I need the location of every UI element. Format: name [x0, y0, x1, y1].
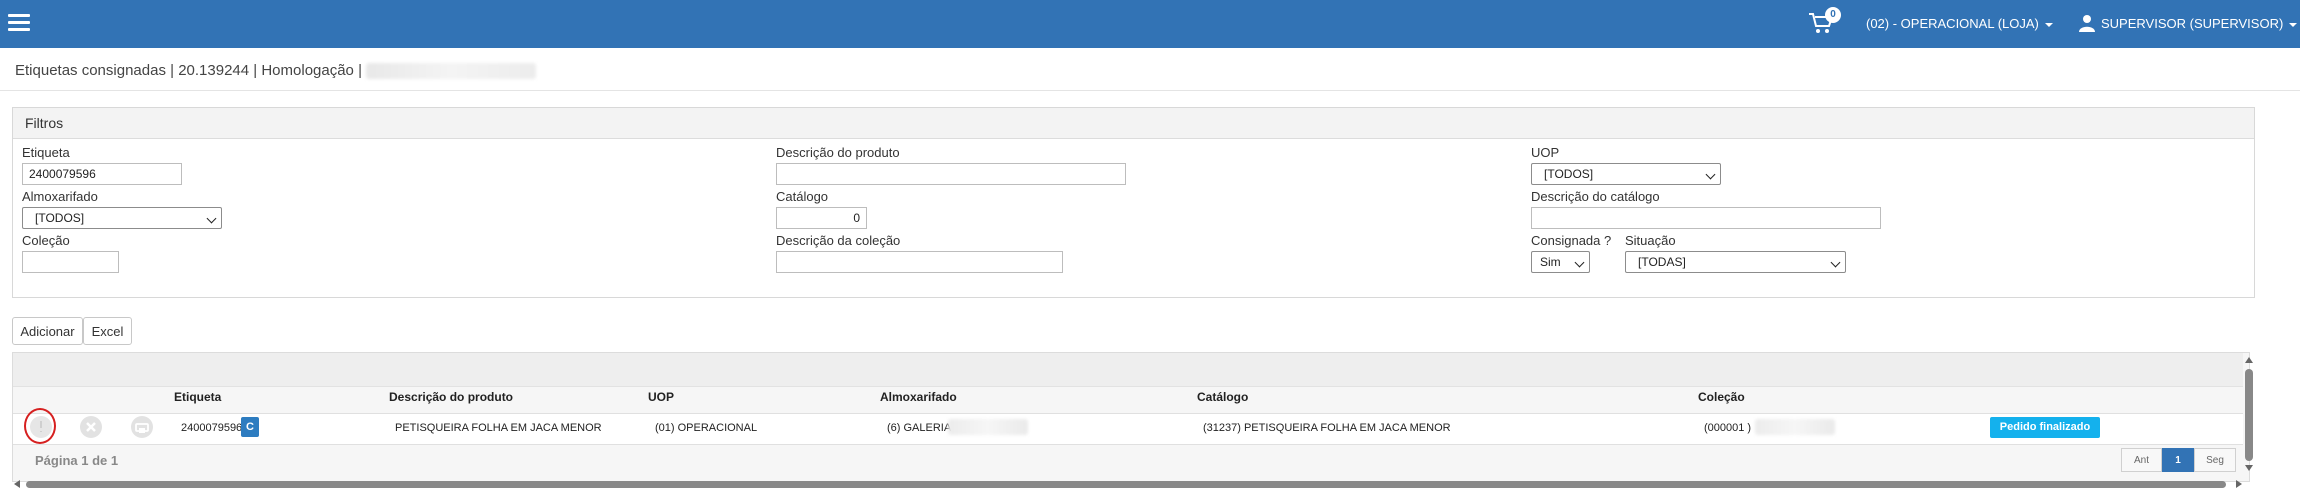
page-1-button[interactable]: 1	[2162, 448, 2194, 472]
almoxarifado-select-value: [TODOS]	[35, 211, 85, 225]
page-title: Etiquetas consignadas	[15, 62, 166, 79]
situacao-select-value: [TODAS]	[1638, 255, 1686, 269]
descricao-catalogo-input[interactable]	[1531, 207, 1881, 229]
scroll-thumb[interactable]	[26, 481, 2226, 488]
uop-select[interactable]: [TODOS]	[1531, 163, 1721, 185]
scroll-thumb[interactable]	[2245, 369, 2253, 461]
chevron-down-icon	[1830, 257, 1841, 268]
filters-panel: Filtros	[12, 107, 2255, 298]
chevron-down-icon	[1705, 169, 1716, 180]
chevron-down-icon	[1574, 257, 1585, 268]
menu-icon[interactable]	[8, 14, 30, 32]
uop-select-value: [TODOS]	[1544, 167, 1594, 181]
column-header-catalogo[interactable]: Catálogo	[1197, 390, 1248, 404]
unit-label: (02) - OPERACIONAL (LOJA)	[1866, 16, 2039, 31]
add-button[interactable]: Adicionar	[12, 317, 83, 345]
almoxarifado-select[interactable]: [TODOS]	[22, 207, 222, 229]
situacao-select[interactable]: [TODAS]	[1625, 251, 1846, 273]
descricao-colecao-label: Descrição da coleção	[776, 233, 901, 248]
highlight-circle	[24, 408, 56, 444]
excel-button[interactable]: Excel	[83, 317, 132, 345]
catalogo-label: Catálogo	[776, 189, 829, 204]
cell-catalogo: (31237) PETISQUEIRA FOLHA EM JACA MENOR	[1203, 422, 1451, 434]
vertical-scrollbar[interactable]	[2244, 355, 2254, 475]
etiqueta-label: Etiqueta	[22, 145, 70, 160]
top-navbar: 0 (02) - OPERACIONAL (LOJA) SUPERVISOR (…	[0, 0, 2300, 48]
descricao-colecao-input[interactable]	[776, 251, 1063, 273]
almoxarifado-label: Almoxarifado	[22, 189, 98, 204]
breadcrumb-separator: |	[253, 62, 258, 79]
chevron-down-icon	[2289, 22, 2298, 27]
grid-toolbar	[13, 353, 2243, 387]
column-header-uop[interactable]: UOP	[648, 390, 674, 404]
etiqueta-input[interactable]	[22, 163, 182, 185]
column-header-etiqueta[interactable]: Etiqueta	[174, 390, 221, 404]
cell-almoxarifado: (6) GALERIA	[887, 422, 952, 434]
breadcrumb: Etiquetas consignadas | 20.139244 | Homo…	[15, 62, 537, 80]
user-icon	[2079, 15, 2095, 32]
chevron-down-icon	[2044, 22, 2053, 27]
next-page-button[interactable]: Seg	[2194, 448, 2236, 472]
status-button[interactable]: Pedido finalizado	[1990, 417, 2100, 438]
cell-etiqueta: 2400079596	[181, 422, 243, 434]
descricao-produto-input[interactable]	[776, 163, 1126, 185]
catalogo-input[interactable]	[776, 207, 867, 229]
scroll-right-icon[interactable]	[2236, 480, 2242, 488]
prev-page-button[interactable]: Ant	[2121, 448, 2162, 472]
unit-dropdown[interactable]: (02) - OPERACIONAL (LOJA)	[1866, 16, 2053, 31]
breadcrumb-separator: |	[358, 62, 362, 79]
column-header-colecao[interactable]: Coleção	[1698, 390, 1745, 404]
scroll-left-icon[interactable]	[14, 480, 20, 488]
user-dropdown[interactable]: SUPERVISOR (SUPERVISOR)	[2101, 16, 2298, 31]
cart-count-badge: 0	[1825, 7, 1841, 23]
consignada-select-value: Sim	[1540, 255, 1561, 269]
cell-colecao: (000001 )	[1704, 422, 1752, 434]
pagination-info: Página 1 de 1	[35, 453, 119, 468]
situacao-label: Situação	[1625, 233, 1676, 248]
consignada-label: Consignada ?	[1531, 233, 1612, 248]
cell-uop: (01) OPERACIONAL	[655, 422, 758, 434]
redacted-text	[948, 419, 1028, 435]
scroll-up-icon[interactable]	[2245, 357, 2253, 363]
consignada-select[interactable]: Sim	[1531, 251, 1590, 273]
user-label: SUPERVISOR (SUPERVISOR)	[2101, 16, 2284, 31]
descricao-produto-label: Descrição do produto	[776, 145, 900, 160]
breadcrumb-env: Homologação	[261, 62, 354, 79]
column-header-descricao[interactable]: Descrição do produto	[389, 390, 513, 404]
redacted-text	[1755, 419, 1835, 435]
horizontal-scrollbar[interactable]	[12, 480, 2248, 490]
cell-descricao: PETISQUEIRA FOLHA EM JACA MENOR	[395, 422, 602, 434]
chevron-down-icon	[206, 213, 217, 224]
print-icon[interactable]	[130, 415, 154, 439]
redacted-text	[366, 63, 537, 80]
breadcrumb-separator: |	[170, 62, 175, 79]
consigned-badge[interactable]: C	[241, 417, 259, 437]
colecao-input[interactable]	[22, 251, 119, 273]
descricao-catalogo-label: Descrição do catálogo	[1531, 189, 1660, 204]
scroll-down-icon[interactable]	[2245, 465, 2253, 471]
breadcrumb-id: 20.139244	[178, 62, 250, 79]
filters-title: Filtros	[13, 108, 2254, 139]
table-row	[13, 413, 2243, 445]
column-header-almoxarifado[interactable]: Almoxarifado	[880, 390, 957, 404]
divider	[0, 90, 2300, 91]
uop-label: UOP	[1531, 145, 1560, 160]
cancel-icon[interactable]	[79, 415, 103, 439]
colecao-label: Coleção	[22, 233, 70, 248]
